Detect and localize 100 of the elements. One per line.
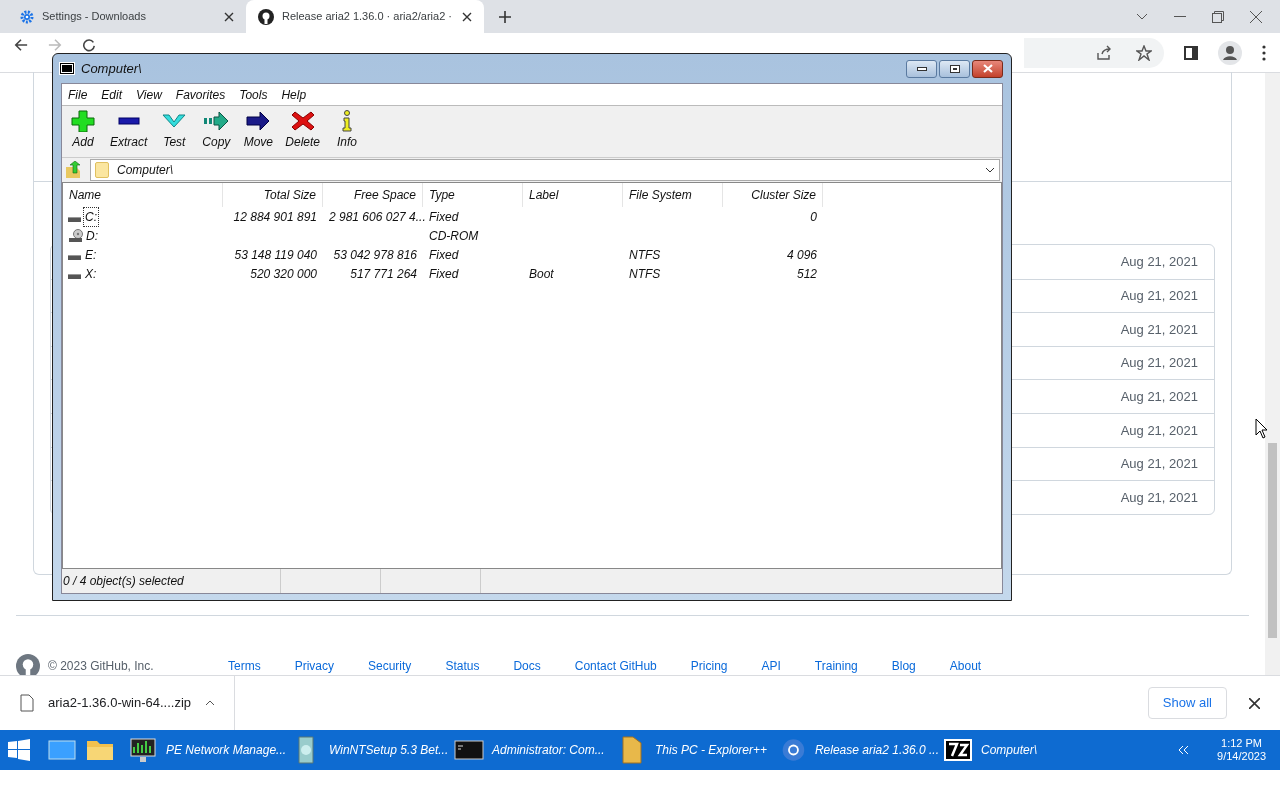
taskbar-app-label: This PC - Explorer++ — [655, 742, 768, 759]
taskbar-app[interactable]: Computer\ — [939, 730, 1102, 770]
footer-link[interactable]: API — [761, 657, 781, 675]
drive-name[interactable]: C: — [84, 207, 98, 226]
table-cell: 53 042 978 816 — [333, 247, 417, 262]
chevron-down-icon[interactable] — [985, 167, 995, 173]
column-header[interactable]: File System — [623, 183, 723, 207]
menu-item[interactable]: Help — [281, 85, 307, 104]
new-tab-icon[interactable] — [498, 10, 512, 24]
back-icon[interactable] — [14, 38, 28, 52]
copyright-text: © 2023 GitHub, Inc. — [48, 658, 155, 675]
address-bar[interactable] — [1024, 37, 1164, 68]
download-filename: aria2-1.36.0-win-64....zip — [48, 694, 192, 713]
drive-icon — [68, 274, 81, 279]
folder-icon[interactable] — [86, 738, 114, 762]
column-header[interactable]: Free Space — [323, 183, 423, 207]
menu-item[interactable]: View — [136, 85, 162, 104]
arrow-icon — [245, 110, 272, 132]
show-all-button[interactable]: Show all — [1147, 687, 1227, 719]
column-header[interactable]: Name — [63, 183, 223, 207]
taskbar-app[interactable]: WinNTSetup 5.3 Bet... — [287, 730, 450, 770]
file-icon — [20, 694, 34, 712]
profile-icon[interactable] — [1218, 40, 1242, 65]
clock[interactable]: 1:12 PM 9/14/2023 — [1217, 737, 1266, 763]
column-header[interactable]: Total Size — [223, 183, 323, 207]
desktop-icon[interactable] — [48, 738, 76, 762]
asset-date: Aug 21, 2021 — [1120, 253, 1198, 272]
toolbar-button[interactable]: Delete — [281, 110, 325, 151]
taskbar-app-label: Administrator: Com... — [492, 742, 605, 759]
chevron-down-icon[interactable] — [1136, 12, 1148, 21]
taskbar-app-label: Computer\ — [981, 742, 1038, 759]
close-icon[interactable] — [1249, 697, 1260, 709]
minimize-icon[interactable] — [1174, 15, 1186, 18]
table-cell: 0 — [810, 209, 817, 224]
menu-item[interactable]: Tools — [239, 85, 268, 104]
table-cell: Fixed — [429, 247, 459, 262]
more-icon[interactable] — [1262, 44, 1266, 61]
star-icon[interactable] — [1136, 44, 1152, 61]
table-cell: NTFS — [629, 266, 661, 281]
taskbar-app[interactable]: Administrator: Com... — [450, 730, 613, 770]
share-icon[interactable] — [1096, 44, 1112, 61]
toolbar-button[interactable]: Move — [239, 110, 278, 151]
drive-icon — [68, 217, 81, 222]
drive-name[interactable]: D: — [85, 226, 99, 245]
minimize-button[interactable] — [906, 59, 937, 78]
drive-name[interactable]: E: — [84, 245, 98, 264]
taskbar-app[interactable]: This PC - Explorer++ — [613, 730, 776, 770]
table-cell: 2 981 606 027 4... — [329, 209, 426, 224]
path-field[interactable]: Computer\ — [90, 159, 1000, 181]
taskbar-app[interactable]: Release aria2 1.36.0 ... — [776, 730, 939, 770]
asset-date: Aug 21, 2021 — [1120, 354, 1198, 373]
footer-link[interactable]: Blog — [891, 657, 916, 675]
column-header[interactable]: Label — [523, 183, 623, 207]
start-icon[interactable] — [8, 739, 30, 761]
mouse-cursor-icon — [1255, 418, 1268, 439]
asset-date: Aug 21, 2021 — [1120, 488, 1198, 507]
close-icon[interactable] — [462, 11, 472, 22]
toolbar-button[interactable]: Extract — [106, 110, 152, 151]
column-header[interactable]: Cluster Size — [723, 183, 823, 207]
asset-date: Aug 21, 2021 — [1120, 287, 1198, 306]
column-header[interactable]: Type — [423, 183, 523, 207]
close-icon[interactable] — [1250, 10, 1262, 23]
footer-link[interactable]: About — [949, 657, 982, 675]
menu-item[interactable]: Favorites — [175, 85, 226, 104]
footer-link[interactable]: Security — [368, 657, 412, 675]
cross-icon — [289, 110, 316, 132]
caret-icon[interactable] — [205, 700, 216, 706]
table-cell: Boot — [529, 266, 554, 281]
menu-item[interactable]: Edit — [101, 85, 123, 104]
close-icon — [982, 64, 993, 73]
close-button[interactable] — [972, 59, 1003, 78]
toolbar-button[interactable]: Test — [155, 110, 194, 151]
toolbar-button[interactable]: Add — [64, 110, 102, 151]
reload-icon[interactable] — [82, 38, 96, 52]
toolbar-button[interactable]: Info — [328, 110, 367, 151]
taskbar-app-label: PE Network Manage... — [166, 742, 287, 759]
toolbar-button[interactable]: Copy — [197, 110, 236, 151]
footer-link[interactable]: Docs — [513, 657, 541, 675]
footer-link[interactable]: Privacy — [294, 657, 334, 675]
table-cell: 512 — [796, 266, 817, 281]
maximize-icon — [949, 64, 960, 73]
taskbar-app[interactable]: PE Network Manage... — [124, 730, 287, 770]
tab-title: Release aria2 1.36.0 · aria2/aria2 · — [282, 9, 453, 25]
maximize-button[interactable] — [939, 59, 970, 78]
drive-name[interactable]: X: — [84, 264, 98, 283]
side-panel-icon[interactable] — [1184, 45, 1198, 60]
close-icon[interactable] — [224, 11, 234, 22]
asset-date: Aug 21, 2021 — [1120, 455, 1198, 474]
footer-link[interactable]: Status — [445, 657, 480, 675]
menu-item[interactable]: File — [68, 85, 88, 104]
browser-tab[interactable]: Release aria2 1.36.0 · aria2/aria2 · — [246, 0, 484, 33]
table-cell: Fixed — [429, 266, 459, 281]
table-cell: 4 096 — [786, 247, 817, 262]
drive-icon — [68, 255, 81, 260]
restore-icon[interactable] — [1212, 10, 1224, 23]
footer-link[interactable]: Contact GitHub — [574, 657, 657, 675]
footer-link[interactable]: Terms — [228, 657, 261, 675]
chevron-left-icon[interactable] — [1177, 745, 1190, 755]
footer-link[interactable]: Training — [814, 657, 858, 675]
footer-link[interactable]: Pricing — [690, 657, 728, 675]
